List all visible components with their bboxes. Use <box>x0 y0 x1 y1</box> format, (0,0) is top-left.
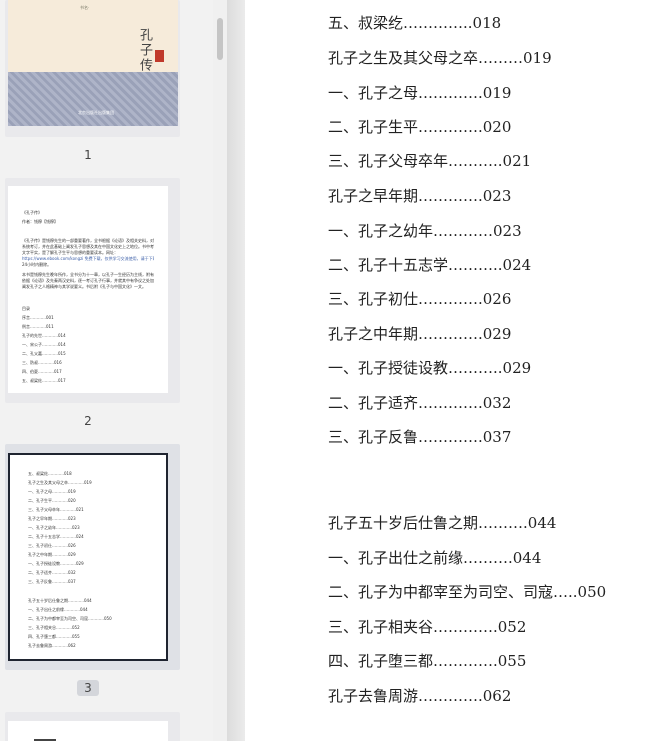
mini-text: 四、孔子堕三都…………055 <box>28 634 80 639</box>
toc-entry[interactable]: 三、孔子相夹谷………….052 <box>328 616 526 637</box>
mini-text: 孔子之早年期…………023 <box>28 516 76 521</box>
toc-entry[interactable]: 孔子之早年期………….023 <box>328 185 511 206</box>
mini-text: 三、孔子初仕…………026 <box>28 543 76 548</box>
mini-text: 二、孔子为中都宰至为司空、司寇…………050 <box>28 616 112 621</box>
toc-entry[interactable]: 一、孔子出仕之前缘……….044 <box>328 547 541 568</box>
toc-entry[interactable]: 一、孔子之母………….019 <box>328 82 511 103</box>
page-label-3[interactable]: 3 <box>0 680 176 696</box>
toc-entry[interactable]: 五、叔梁纥…………..018 <box>328 12 501 33</box>
toc-entry[interactable]: 二、孔子十五志学………..024 <box>328 254 531 275</box>
toc-entry[interactable]: 孔子五十岁后仕鲁之期……….044 <box>328 512 556 533</box>
mini-text: 五、叔梁纥…………017 <box>22 378 66 383</box>
mini-text: 阐发孔子之人格精神与其学说要义。书后附《孔子与中国文化》一文。 <box>22 284 146 289</box>
mini-text: 一、孔子之母…………019 <box>28 489 76 494</box>
toc-entry[interactable]: 二、孔子适齐………….032 <box>328 392 511 413</box>
toc-entry[interactable]: 三、孔子初仕………….026 <box>328 288 511 309</box>
mini-text: 一、宋公子…………014 <box>22 342 66 347</box>
page-label-1[interactable]: 1 <box>0 148 176 162</box>
mini-text: 孔子五十岁后仕鲁之期…………044 <box>28 598 92 603</box>
mini-text: 三、防叔…………016 <box>22 360 62 365</box>
mini-text: 四、伯夏…………017 <box>22 369 62 374</box>
page-label-2[interactable]: 2 <box>0 414 176 428</box>
thumbnail-page-2[interactable]: 《孔子传》 作者：钱穆【钱穆】 《孔子传》是钱穆先生的一部重要著作，全书根据《论… <box>8 186 168 393</box>
toc-entry[interactable]: 孔子去鲁周游………….062 <box>328 685 511 706</box>
thumbnail-page-1[interactable]: 书名· 孔子传 北京出版社出版集团 <box>8 0 178 126</box>
mini-text: 文字平实，是了解孔子生平与思想的重要读本。网址： <box>22 250 118 255</box>
mini-text: 五、叔梁纥…………018 <box>28 471 72 476</box>
mini-text: 二、孔子生平…………020 <box>28 498 76 503</box>
panel-divider <box>227 0 245 741</box>
toc-entry[interactable]: 一、孔子之幼年…………023 <box>328 220 522 241</box>
toc-entry[interactable]: 孔子之生及其父母之卒………019 <box>328 47 552 68</box>
mini-text: 24小时内删除。 <box>22 262 52 267</box>
cover-title: 孔子传 <box>137 28 152 73</box>
seal-icon <box>155 50 164 62</box>
mini-text: 本书是钱穆先生晚年所作，全书分为十一章，以孔子一生经历为主线，附有孔子年表， <box>22 272 154 277</box>
mini-text: 序言…………001 <box>22 315 54 320</box>
mini-text: 一、孔子授徒设教…………029 <box>28 561 84 566</box>
mini-text: 依据《论语》及先秦两汉史料，逐一考订孔子行事，并就其中有争议之处加以辨析， <box>22 278 154 283</box>
mini-text: 二、孔父嘉…………015 <box>22 351 66 356</box>
mini-text: 二、孔子十五志学…………024 <box>28 534 84 539</box>
mini-text: 系统考订，并在此基础上阐发孔子思想及其在中国文化史上之地位。书中考证详实，论述精… <box>22 244 154 249</box>
mini-text: 《孔子传》 <box>22 210 42 215</box>
mini-text: 孔子的先世…………014 <box>22 333 66 338</box>
toc-entry[interactable]: 二、孔子生平………….020 <box>328 116 511 137</box>
mini-text: 三、孔子反鲁…………037 <box>28 579 76 584</box>
toc-entry[interactable]: 一、孔子授徒设教………..029 <box>328 357 531 378</box>
sidebar-scrollbar-thumb[interactable] <box>217 18 223 60</box>
mini-text: 一、孔子出仕之前缘…………044 <box>28 607 88 612</box>
cover-series: 书名· <box>80 5 90 10</box>
mini-text: 二、孔子适齐…………032 <box>28 570 76 575</box>
toc-entry[interactable]: 孔子之中年期………….029 <box>328 323 511 344</box>
thumbnail-sidebar: 书名· 孔子传 北京出版社出版集团 1 《孔子传》 作者：钱穆【钱穆】 《孔子传… <box>0 0 213 741</box>
cover-illustration <box>8 72 178 126</box>
mini-text: 例言…………011 <box>22 324 54 329</box>
toc-entry[interactable]: 三、孔子父母卒年………..021 <box>328 150 531 171</box>
mini-text: 三、孔子父母卒年…………021 <box>28 507 84 512</box>
mini-text: 作者：钱穆【钱穆】 <box>22 219 58 224</box>
toc-entry[interactable]: 二、孔子为中都宰至为司空、司寇…..050 <box>328 581 606 602</box>
mini-text: 目录 <box>22 306 30 311</box>
mini-text: 孔子去鲁周游…………062 <box>28 643 76 648</box>
toc-entry[interactable]: 四、孔子堕三都………….055 <box>328 650 526 671</box>
mini-text: 三、孔子相夹谷…………052 <box>28 625 80 630</box>
cover-publisher: 北京出版社出版集团 <box>78 110 114 115</box>
mini-text: 《孔子传》是钱穆先生的一部重要著作，全书根据《论语》及相关史料，对孔子生平事迹作… <box>22 238 154 243</box>
sidebar-scrollbar[interactable] <box>213 0 227 741</box>
mini-text: 孔子之中年期…………029 <box>28 552 76 557</box>
mini-link: https://www.ebook.com/kongzi 免费下载，仅供学习交流… <box>22 256 154 261</box>
document-page[interactable]: 五、叔梁纥…………..018 孔子之生及其父母之卒………019 一、孔子之母……… <box>245 0 665 741</box>
thumbnail-page-4[interactable] <box>8 721 168 741</box>
toc-entry[interactable]: 三、孔子反鲁………….037 <box>328 426 511 447</box>
mini-text: 孔子之生及其父母之卒…………019 <box>28 480 92 485</box>
mini-text: 一、孔子之幼年…………023 <box>28 525 80 530</box>
thumbnail-page-3[interactable]: 五、叔梁纥…………018 孔子之生及其父母之卒…………019 一、孔子之母………… <box>8 453 168 661</box>
